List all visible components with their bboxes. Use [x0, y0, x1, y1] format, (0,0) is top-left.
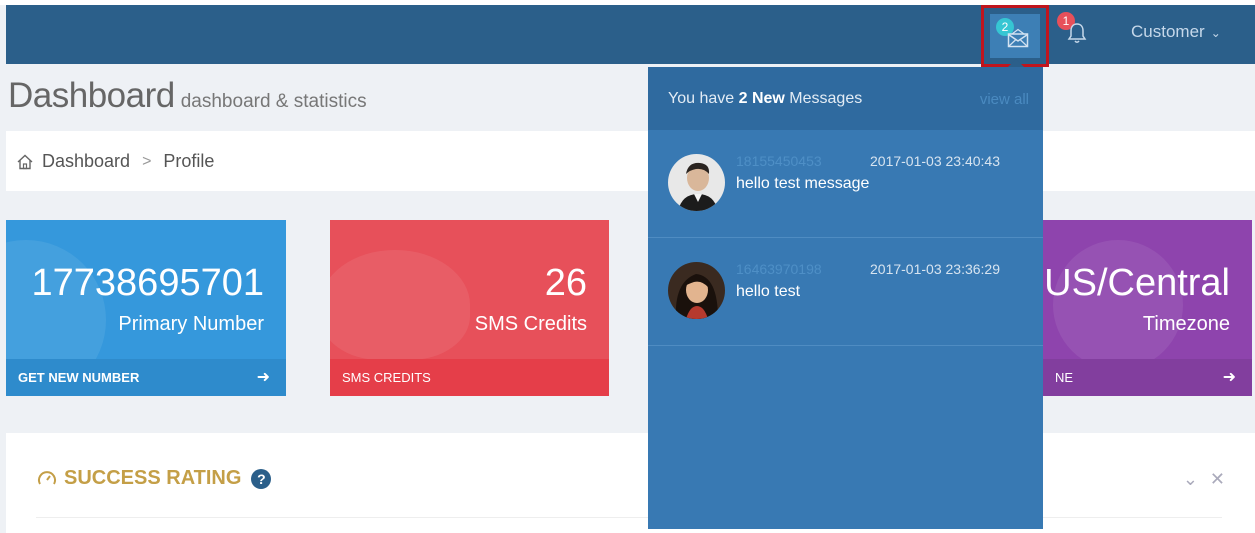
close-icon[interactable]: ✕ — [1210, 469, 1225, 490]
page-subtitle: dashboard & statistics — [180, 91, 367, 112]
message-text: hello test message — [736, 175, 870, 192]
breadcrumb: Dashboard > Profile — [16, 151, 214, 172]
portlet-title-text: SUCCESS RATING — [64, 467, 242, 489]
message-text: hello test — [736, 283, 801, 300]
success-rating-portlet: SUCCESS RATING ? ⌄ ✕ — [6, 433, 1255, 533]
top-navbar: 2 1 Customer ⌄ — [6, 5, 1255, 67]
message-sender: 18155450453 — [736, 153, 822, 169]
timezone-link[interactable]: NE ➜ — [1043, 359, 1252, 396]
dropdown-header-text: You have 2 New Messages — [668, 90, 862, 108]
envelope-icon — [1007, 28, 1029, 48]
header-prefix: You have — [668, 90, 739, 107]
chevron-down-icon: ⌄ — [1210, 26, 1221, 40]
tile-footer-label: SMS CREDITS — [342, 370, 431, 385]
tile-timezone: US/Central Timezone NE ➜ — [1043, 220, 1252, 396]
message-time: 2017-01-03 23:36:29 — [870, 261, 1000, 277]
portlet-divider — [36, 517, 1222, 518]
question-circle-icon[interactable]: ? — [251, 468, 272, 489]
breadcrumb-bar: Dashboard > Profile — [6, 131, 1255, 191]
user-menu[interactable]: Customer ⌄ — [1131, 22, 1221, 42]
arrow-circle-right-icon: ➜ — [256, 369, 270, 386]
bell-icon[interactable] — [1066, 22, 1088, 44]
header-suffix: Messages — [784, 90, 863, 107]
message-sender: 16463970198 — [736, 261, 822, 277]
messages-dropdown: You have 2 New Messages view all 1815545… — [648, 59, 1043, 529]
tile-value: US/Central — [1044, 262, 1230, 304]
header-count: 2 New — [738, 90, 785, 107]
tile-footer-label: GET NEW NUMBER — [18, 370, 140, 385]
message-item[interactable]: 16463970198 2017-01-03 23:36:29 hello te… — [648, 238, 1043, 346]
tile-primary-number: 17738695701 Primary Number GET NEW NUMBE… — [6, 220, 286, 396]
man-avatar — [668, 154, 725, 211]
message-time: 2017-01-03 23:40:43 — [870, 153, 1000, 169]
breadcrumb-separator: > — [142, 152, 152, 170]
tile-label: Timezone — [1142, 313, 1230, 335]
tile-label: SMS Credits — [474, 313, 587, 335]
woman-avatar — [668, 262, 725, 319]
tile-background-shape — [1053, 240, 1183, 370]
tile-label: Primary Number — [118, 313, 264, 335]
breadcrumb-item-dashboard[interactable]: Dashboard — [42, 151, 130, 172]
portlet-tools: ⌄ ✕ — [1183, 469, 1225, 490]
messages-button-bg: 2 — [990, 14, 1040, 58]
arrow-circle-right-icon: ➜ — [1222, 369, 1236, 386]
tile-value: 26 — [544, 262, 587, 304]
user-menu-label: Customer — [1131, 22, 1205, 41]
tile-footer-label: NE — [1055, 370, 1074, 385]
sms-credits-link[interactable]: SMS CREDITS — [330, 359, 609, 396]
tile-background-shape — [330, 250, 470, 360]
chevron-down-icon[interactable]: ⌄ — [1183, 469, 1198, 490]
message-item[interactable]: 18155450453 2017-01-03 23:40:43 hello te… — [648, 130, 1043, 238]
view-all-link[interactable]: view all — [980, 91, 1029, 108]
messages-button[interactable]: 2 — [981, 5, 1049, 67]
page-title-text: Dashboard — [8, 76, 175, 115]
dropdown-header: You have 2 New Messages view all — [648, 67, 1043, 130]
tile-value: 17738695701 — [31, 262, 264, 304]
page-title: Dashboard dashboard & statistics — [8, 76, 367, 116]
breadcrumb-item-profile: Profile — [163, 151, 215, 171]
dropdown-arrow — [1008, 59, 1024, 67]
get-new-number-link[interactable]: GET NEW NUMBER ➜ — [6, 359, 286, 396]
tile-sms-credits: 26 SMS Credits SMS CREDITS — [330, 220, 609, 396]
speedometer-icon — [38, 470, 56, 484]
portlet-title: SUCCESS RATING ? — [36, 467, 272, 490]
home-icon — [17, 154, 33, 169]
